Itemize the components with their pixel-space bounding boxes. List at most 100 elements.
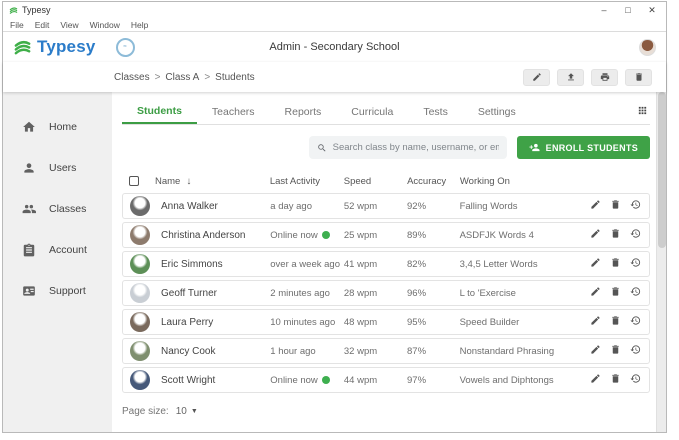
history-button[interactable] — [630, 315, 641, 329]
edit-icon — [590, 228, 601, 239]
close-button[interactable]: ✕ — [640, 3, 664, 17]
column-last-activity[interactable]: Last Activity — [270, 176, 344, 187]
sidebar-item-account[interactable]: Account — [3, 229, 112, 270]
grid-view-button[interactable] — [637, 103, 648, 121]
history-icon — [630, 199, 641, 210]
column-working-on[interactable]: Working On — [460, 176, 592, 187]
menu-window[interactable]: Window — [90, 20, 120, 30]
menu-help[interactable]: Help — [131, 20, 148, 30]
scrollbar-thumb[interactable] — [658, 92, 666, 248]
delete-class-button[interactable] — [625, 69, 652, 86]
delete-student-button[interactable] — [610, 344, 621, 358]
breadcrumb-class-a[interactable]: Class A — [165, 72, 199, 83]
table-row[interactable]: Laura Perry 10 minutes ago 48 wpm 95% Sp… — [122, 309, 650, 335]
user-avatar[interactable] — [639, 39, 656, 56]
working-on-value: Vowels and Diphtongs — [460, 375, 592, 386]
table-row[interactable]: Christina Anderson Online now 25 wpm 89%… — [122, 222, 650, 248]
table-row[interactable]: Nancy Cook 1 hour ago 32 wpm 87% Nonstan… — [122, 338, 650, 364]
column-speed[interactable]: Speed — [344, 176, 407, 187]
history-button[interactable] — [630, 344, 641, 358]
avatar — [130, 196, 150, 216]
student-name: Laura Perry — [161, 317, 213, 328]
search-box[interactable] — [309, 136, 507, 159]
menu-view[interactable]: View — [60, 20, 78, 30]
edit-student-button[interactable] — [590, 257, 601, 271]
history-button[interactable] — [630, 286, 641, 300]
delete-student-button[interactable] — [610, 199, 621, 213]
breadcrumb: Classes > Class A > Students — [114, 72, 255, 83]
breadcrumb-students[interactable]: Students — [215, 72, 254, 83]
table-row[interactable]: Geoff Turner 2 minutes ago 28 wpm 96% L … — [122, 280, 650, 306]
history-button[interactable] — [630, 228, 641, 242]
sidebar-item-support[interactable]: Support — [3, 270, 112, 311]
print-icon — [600, 72, 610, 82]
last-activity-text: over a week ago — [270, 259, 340, 270]
enroll-students-button[interactable]: ENROLL STUDENTS — [517, 136, 650, 159]
online-indicator-dot — [322, 376, 330, 384]
last-activity-text: a day ago — [270, 201, 312, 212]
chevron-down-icon: ▼ — [191, 408, 198, 415]
arrow-down-icon[interactable]: ↓ — [186, 176, 191, 187]
delete-student-button[interactable] — [610, 257, 621, 271]
history-button[interactable] — [630, 373, 641, 387]
student-name: Scott Wright — [161, 375, 215, 386]
vertical-scrollbar[interactable] — [656, 92, 666, 432]
group-icon — [22, 202, 36, 216]
sidebar-item-home[interactable]: Home — [3, 106, 112, 147]
menu-file[interactable]: File — [10, 20, 24, 30]
history-button[interactable] — [630, 257, 641, 271]
tab-curricula[interactable]: Curricula — [336, 100, 408, 124]
edit-class-button[interactable] — [523, 69, 550, 86]
minimize-button[interactable]: – — [592, 3, 616, 17]
title-bar[interactable]: Typesy – □ ✕ — [3, 2, 666, 18]
clipboard-icon — [22, 243, 36, 257]
speed-value: 41 wpm — [344, 259, 407, 270]
avatar — [130, 283, 150, 303]
page-size-dropdown[interactable]: 10 ▼ — [176, 406, 198, 417]
grid-icon — [637, 105, 648, 116]
contact-card-icon — [22, 284, 36, 298]
search-row: ENROLL STUDENTS — [122, 136, 650, 159]
delete-icon — [634, 72, 644, 82]
app-header: Admin - Secondary School Typesy ≈ — [3, 32, 666, 62]
upload-button[interactable] — [557, 69, 584, 86]
student-name: Christina Anderson — [161, 230, 246, 241]
home-icon — [22, 120, 36, 134]
delete-student-button[interactable] — [610, 315, 621, 329]
select-all-checkbox[interactable] — [129, 176, 139, 186]
edit-student-button[interactable] — [590, 373, 601, 387]
sidebar-item-classes[interactable]: Classes — [3, 188, 112, 229]
delete-student-button[interactable] — [610, 228, 621, 242]
print-button[interactable] — [591, 69, 618, 86]
column-accuracy[interactable]: Accuracy — [407, 176, 460, 187]
tab-tests[interactable]: Tests — [408, 100, 463, 124]
delete-student-button[interactable] — [610, 286, 621, 300]
menu-edit[interactable]: Edit — [35, 20, 50, 30]
tab-settings[interactable]: Settings — [463, 100, 531, 124]
last-activity-text: 1 hour ago — [270, 346, 315, 357]
tab-reports[interactable]: Reports — [270, 100, 337, 124]
sidebar-item-users[interactable]: Users — [3, 147, 112, 188]
column-name[interactable]: Name — [155, 176, 180, 187]
delete-student-button[interactable] — [610, 373, 621, 387]
tab-students[interactable]: Students — [122, 100, 197, 124]
edit-student-button[interactable] — [590, 315, 601, 329]
edit-student-button[interactable] — [590, 344, 601, 358]
person-add-icon — [529, 142, 540, 153]
delete-icon — [610, 199, 621, 210]
edit-student-button[interactable] — [590, 228, 601, 242]
edit-icon — [532, 72, 542, 82]
search-input[interactable] — [333, 142, 499, 153]
edit-student-button[interactable] — [590, 286, 601, 300]
table-row[interactable]: Anna Walker a day ago 52 wpm 92% Falling… — [122, 193, 650, 219]
breadcrumb-classes[interactable]: Classes — [114, 72, 150, 83]
history-button[interactable] — [630, 199, 641, 213]
speed-value: 52 wpm — [344, 201, 407, 212]
maximize-button[interactable]: □ — [616, 3, 640, 17]
upload-icon — [566, 72, 576, 82]
breadcrumb-separator: > — [204, 72, 210, 83]
table-row[interactable]: Scott Wright Online now 44 wpm 97% Vowel… — [122, 367, 650, 393]
edit-student-button[interactable] — [590, 199, 601, 213]
table-row[interactable]: Eric Simmons over a week ago 41 wpm 82% … — [122, 251, 650, 277]
tab-teachers[interactable]: Teachers — [197, 100, 270, 124]
